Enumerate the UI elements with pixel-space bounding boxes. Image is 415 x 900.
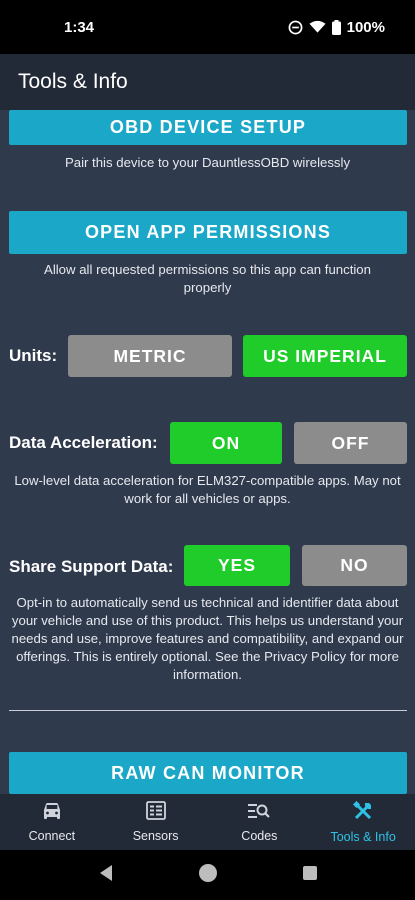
nav-codes-label: Codes <box>241 828 278 843</box>
back-icon[interactable] <box>98 864 114 887</box>
nav-tools-info-label: Tools & Info <box>330 829 396 844</box>
obd-device-setup-description: Pair this device to your DauntlessOBD wi… <box>64 155 351 170</box>
sensors-grid-icon <box>145 801 166 825</box>
section-divider <box>9 710 407 711</box>
app-bar: Tools & Info <box>0 54 415 110</box>
battery-icon <box>331 19 341 35</box>
share-support-no-button[interactable]: NO <box>302 545 407 586</box>
units-metric-button[interactable]: METRIC <box>68 335 232 377</box>
nav-sensors[interactable]: Sensors <box>104 794 208 850</box>
share-support-yes-button[interactable]: YES <box>184 545 290 586</box>
share-support-description: Opt-in to automatically send us technica… <box>11 595 404 682</box>
codes-search-icon <box>248 802 271 825</box>
bottom-nav: Connect Sensors Codes Tools & Info <box>0 794 415 850</box>
page-title: Tools & Info <box>18 70 128 93</box>
share-support-label: Share Support Data: <box>9 557 174 576</box>
nav-sensors-label: Sensors <box>132 829 179 843</box>
nav-codes[interactable]: Codes <box>208 794 312 850</box>
recents-icon[interactable] <box>302 865 318 886</box>
permissions-description: Allow all requested permissions so this … <box>44 262 371 295</box>
wifi-icon <box>309 20 326 34</box>
units-imperial-button[interactable]: US IMPERIAL <box>243 335 407 377</box>
home-icon[interactable] <box>198 863 218 888</box>
do-not-disturb-icon <box>288 20 303 35</box>
nav-tools-info[interactable]: Tools & Info <box>311 794 415 850</box>
car-icon <box>42 802 62 825</box>
status-icons: 100% <box>288 19 385 36</box>
tools-content[interactable]: OBD DEVICE SETUP Pair this device to you… <box>0 110 415 794</box>
data-acceleration-off-button[interactable]: OFF <box>294 422 407 464</box>
obd-device-setup-button[interactable]: OBD DEVICE SETUP <box>9 110 407 145</box>
tools-icon <box>353 800 373 826</box>
data-acceleration-label: Data Acceleration: <box>9 433 158 452</box>
units-label: Units: <box>9 346 58 365</box>
nav-connect[interactable]: Connect <box>0 794 104 850</box>
battery-percent: 100% <box>346 18 385 36</box>
raw-can-monitor-button[interactable]: RAW CAN MONITOR <box>9 752 407 794</box>
data-acceleration-on-button[interactable]: ON <box>170 422 282 464</box>
open-app-permissions-button[interactable]: OPEN APP PERMISSIONS <box>9 211 407 254</box>
status-time: 1:34 <box>64 18 95 36</box>
status-bar: 1:34 100% <box>0 0 415 54</box>
nav-connect-label: Connect <box>28 828 76 843</box>
data-acceleration-description: Low-level data acceleration for ELM327-c… <box>14 473 401 506</box>
system-nav-bar <box>0 850 415 900</box>
